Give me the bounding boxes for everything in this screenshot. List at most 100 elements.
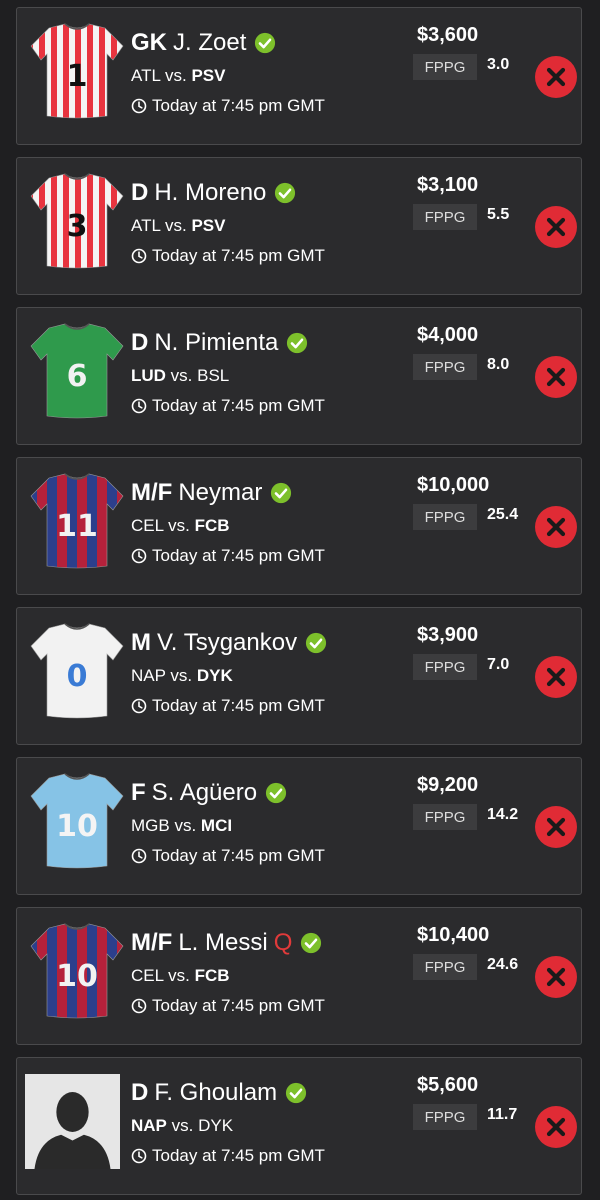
player-name[interactable]: Neymar (178, 479, 262, 507)
fppg-label: FPPG (413, 954, 477, 980)
close-icon (545, 966, 567, 988)
jersey-icon: 6 (27, 320, 127, 420)
clock-icon (131, 248, 147, 264)
jersey-icon: 3 (27, 170, 127, 270)
remove-player-button[interactable] (535, 956, 577, 998)
player-salary: $10,400 (417, 924, 490, 946)
game-time: Today at 7:45 pm GMT (131, 396, 325, 416)
svg-text:0: 0 (67, 659, 88, 694)
player-position: GK (131, 29, 167, 56)
player-card[interactable]: D F. Ghoulam NAP vs. DYK Today at 7:45 pm G… (16, 1057, 582, 1195)
fppg-label: FPPG (413, 354, 477, 380)
player-name[interactable]: J. Zoet (173, 29, 246, 57)
player-card[interactable]: 0 M V. Tsygankov NAP vs. DYK Today at 7:45 p… (16, 607, 582, 745)
matchup: MGB vs. MCI (131, 816, 232, 836)
remove-player-button[interactable] (535, 506, 577, 548)
matchup: ATL vs. PSV (131, 216, 226, 236)
player-name-line: D H. Moreno (131, 179, 296, 207)
player-salary: $4,000 (417, 324, 479, 346)
matchup: NAP vs. DYK (131, 666, 233, 686)
player-name[interactable]: N. Pimienta (154, 329, 278, 357)
remove-player-button[interactable] (535, 56, 577, 98)
close-icon (545, 216, 567, 238)
player-card[interactable]: 1 GK J. Zoet ATL vs. PSV Today at 7:45 pm GM… (16, 7, 582, 145)
vs-label: vs. (160, 216, 192, 235)
player-position: D (131, 1079, 149, 1106)
player-card[interactable]: 10 M/F L. Messi Q CEL vs. FCB Today at 7:45 p… (16, 907, 582, 1045)
player-name-line: D F. Ghoulam (131, 1079, 307, 1107)
player-position: M/F (131, 479, 173, 506)
game-time-text: Today at 7:45 pm GMT (152, 1146, 325, 1165)
close-icon (545, 666, 567, 688)
remove-player-button[interactable] (535, 656, 577, 698)
remove-player-button[interactable] (535, 806, 577, 848)
svg-text:11: 11 (56, 509, 98, 544)
jersey-icon: 10 (27, 770, 127, 870)
game-time: Today at 7:45 pm GMT (131, 96, 325, 116)
fppg-value: 14.2 (487, 806, 519, 823)
vs-label: vs. (166, 1116, 199, 1135)
clock-icon (131, 998, 147, 1014)
jersey-graphic: 10 (30, 923, 124, 1019)
team-left: CEL (131, 516, 164, 535)
fppg-value: 7.0 (487, 656, 510, 673)
check-icon (305, 632, 327, 654)
clock-icon (131, 398, 147, 414)
team-right: DYK (198, 1116, 234, 1135)
jersey-icon: 10 (27, 920, 127, 1020)
game-time-text: Today at 7:45 pm GMT (152, 96, 325, 115)
matchup: NAP vs. DYK (131, 1116, 233, 1136)
fppg-value: 11.7 (487, 1106, 518, 1123)
player-name[interactable]: V. Tsygankov (157, 629, 297, 657)
game-time: Today at 7:45 pm GMT (131, 546, 325, 566)
vs-label: vs. (160, 66, 192, 85)
player-position: M (131, 629, 151, 656)
game-time-text: Today at 7:45 pm GMT (152, 846, 325, 865)
team-left: LUD (131, 366, 166, 385)
remove-player-button[interactable] (535, 1106, 577, 1148)
team-right: FCB (194, 966, 230, 985)
player-position: F (131, 779, 146, 806)
player-name-line: D N. Pimienta (131, 329, 308, 357)
clock-icon (131, 848, 147, 864)
player-name[interactable]: S. Agüero (152, 779, 257, 807)
clock-icon (131, 548, 147, 564)
game-time-text: Today at 7:45 pm GMT (152, 396, 325, 415)
svg-text:3: 3 (67, 209, 88, 244)
player-salary: $10,000 (417, 474, 490, 496)
fppg-value: 3.0 (487, 56, 510, 73)
remove-player-button[interactable] (535, 356, 577, 398)
questionable-status: Q (273, 929, 293, 956)
player-name[interactable]: L. Messi (178, 929, 267, 957)
check-icon (274, 182, 296, 204)
team-left: MGB (131, 816, 170, 835)
close-icon (545, 516, 567, 538)
jersey-graphic: 10 (30, 773, 124, 869)
jersey-graphic: 3 (30, 173, 124, 269)
player-card[interactable]: 11 M/F Neymar CEL vs. FCB Today at 7:45 pm G… (16, 457, 582, 595)
game-time: Today at 7:45 pm GMT (131, 246, 325, 266)
player-name[interactable]: H. Moreno (154, 179, 266, 207)
fppg-value: 5.5 (487, 206, 510, 223)
jersey-graphic: 0 (30, 623, 124, 719)
clock-icon (131, 698, 147, 714)
player-name-line: GK J. Zoet (131, 29, 276, 57)
remove-player-button[interactable] (535, 206, 577, 248)
player-name[interactable]: F. Ghoulam (154, 1079, 277, 1107)
clock-icon (131, 98, 147, 114)
team-right: DYK (196, 666, 233, 685)
jersey-icon: 0 (27, 620, 127, 720)
team-right: PSV (191, 66, 226, 85)
player-salary: $3,100 (417, 174, 479, 196)
fppg-value: 8.0 (487, 356, 510, 373)
player-card[interactable]: 3 D H. Moreno ATL vs. PSV Today at 7:45 pm G… (16, 157, 582, 295)
check-icon (270, 482, 292, 504)
check-icon (254, 32, 276, 54)
player-card[interactable]: 6 D N. Pimienta LUD vs. BSL Today at 7:45 pm… (16, 307, 582, 445)
svg-text:10: 10 (56, 809, 98, 844)
close-icon (545, 366, 567, 388)
team-right: PSV (191, 216, 226, 235)
jersey-graphic: 6 (30, 323, 124, 419)
player-card[interactable]: 10 F S. Agüero MGB vs. MCI Today at 7:45 pm … (16, 757, 582, 895)
game-time: Today at 7:45 pm GMT (131, 846, 325, 866)
